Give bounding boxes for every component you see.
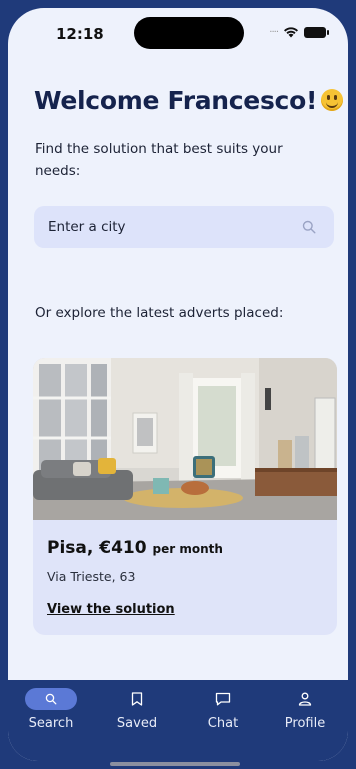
nav-item-saved[interactable]: Saved	[102, 688, 172, 738]
person-icon[interactable]	[298, 692, 312, 706]
nav-chat-icon-wrap	[197, 688, 249, 710]
smiling-face-emoji-icon	[321, 89, 344, 111]
nav-item-search[interactable]: Search	[16, 688, 86, 738]
nav-label-search[interactable]: Search	[16, 716, 86, 731]
nav-item-chat[interactable]: Chat	[188, 688, 258, 738]
explore-text: Or explore the latest adverts placed:	[35, 305, 284, 321]
apartment-photo[interactable]	[33, 358, 337, 520]
bottom-navigation: Search Saved Chat Profile	[8, 680, 348, 761]
search-icon[interactable]	[45, 693, 57, 705]
advert-title: Pisa, €410 per month	[47, 538, 223, 558]
nav-search-pill[interactable]	[25, 688, 77, 710]
signal-dots-icon: ····	[269, 26, 279, 38]
phone-frame: 12:18 ···· Welcome Francesco! Find the s…	[0, 0, 356, 769]
nav-label-saved[interactable]: Saved	[102, 716, 172, 731]
welcome-text: Welcome Francesco!	[34, 86, 318, 115]
wifi-icon	[284, 27, 298, 38]
nav-label-profile[interactable]: Profile	[270, 716, 340, 731]
dynamic-island	[134, 17, 244, 49]
welcome-heading: Welcome Francesco!	[34, 86, 344, 115]
advert-city-price: Pisa, €410	[47, 538, 147, 558]
subtitle-text: Find the solution that best suits your n…	[35, 141, 283, 179]
nav-item-profile[interactable]: Profile	[270, 688, 340, 738]
advert-price-period: per month	[152, 542, 223, 556]
nav-label-chat[interactable]: Chat	[188, 716, 258, 731]
status-bar: 12:18 ····	[8, 8, 348, 58]
search-icon[interactable]	[302, 220, 316, 234]
bookmark-icon[interactable]	[131, 692, 143, 706]
app-screen: 12:18 ···· Welcome Francesco! Find the s…	[8, 8, 348, 761]
advert-card[interactable]: Pisa, €410 per month Via Trieste, 63 Vie…	[33, 358, 337, 635]
search-placeholder[interactable]: Enter a city	[48, 219, 126, 235]
city-search-field[interactable]: Enter a city	[34, 206, 334, 248]
view-solution-link[interactable]: View the solution	[47, 602, 175, 617]
status-time: 12:18	[56, 25, 104, 43]
battery-icon	[304, 26, 329, 38]
chat-bubble-icon[interactable]	[215, 692, 231, 706]
nav-profile-icon-wrap	[279, 688, 331, 710]
status-icons: ····	[269, 26, 329, 38]
home-indicator[interactable]	[110, 762, 240, 766]
advert-address: Via Trieste, 63	[47, 569, 136, 584]
nav-saved-icon-wrap	[111, 688, 163, 710]
